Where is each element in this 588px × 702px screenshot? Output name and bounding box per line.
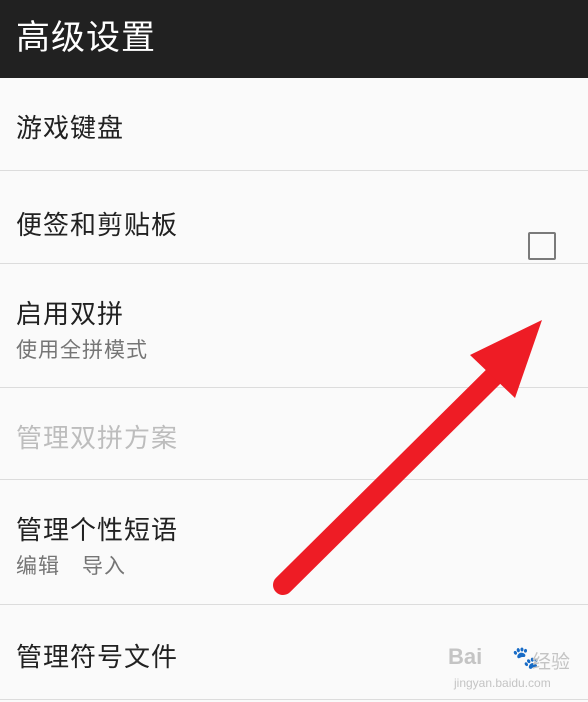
baidu-jingyan-watermark: Bai 🐾 经验 jingyan.baidu.com xyxy=(448,644,580,696)
setting-enable-shuangpin[interactable]: 启用双拼 使用全拼模式 xyxy=(0,264,588,388)
setting-title: 管理符号文件 xyxy=(16,643,179,673)
setting-title: 管理个性短语 xyxy=(16,516,179,546)
setting-title: 管理双拼方案 xyxy=(16,424,179,454)
setting-summary: 使用全拼模式 xyxy=(16,338,148,362)
watermark-brand: Bai xyxy=(448,644,483,669)
setting-manage-phrases[interactable]: 管理个性短语 编辑 导入 xyxy=(0,480,588,605)
watermark-url: jingyan.baidu.com xyxy=(454,676,551,690)
setting-title: 便签和剪贴板 xyxy=(16,211,179,241)
setting-title: 游戏键盘 xyxy=(16,114,125,144)
setting-notes-clipboard[interactable]: 便签和剪贴板 xyxy=(0,171,588,264)
setting-title: 启用双拼 xyxy=(16,300,125,330)
shuangpin-checkbox[interactable] xyxy=(528,232,556,260)
app-bar: 高级设置 xyxy=(0,0,588,78)
settings-list: 游戏键盘 便签和剪贴板 启用双拼 使用全拼模式 管理双拼方案 管理个性短语 编辑… xyxy=(0,78,588,700)
setting-manage-shuangpin-scheme: 管理双拼方案 xyxy=(0,388,588,480)
setting-game-keyboard[interactable]: 游戏键盘 xyxy=(0,78,588,171)
setting-summary: 编辑 导入 xyxy=(16,550,126,580)
watermark-brand-cn: 经验 xyxy=(532,651,571,673)
import-link[interactable]: 导入 xyxy=(82,554,126,578)
edit-link[interactable]: 编辑 xyxy=(16,554,60,578)
page-title: 高级设置 xyxy=(16,17,156,58)
